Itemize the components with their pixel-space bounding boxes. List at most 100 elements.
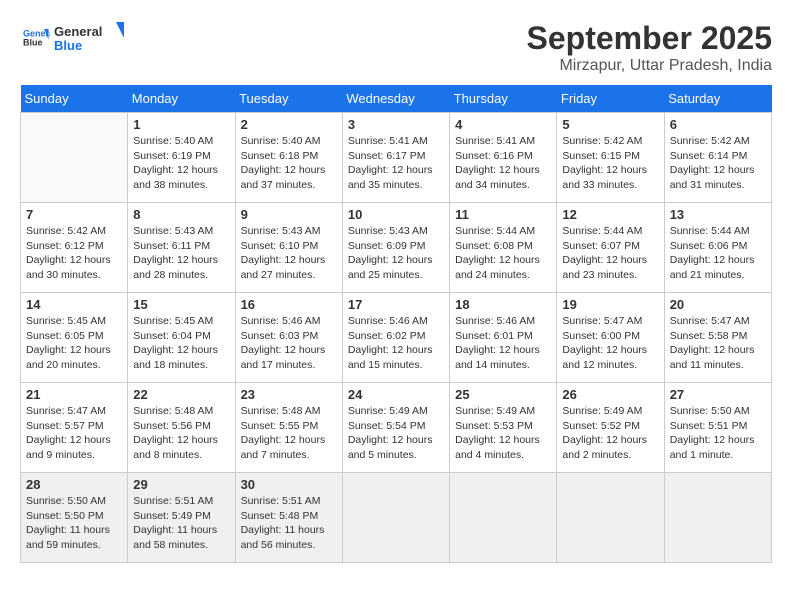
col-header-sunday: Sunday <box>21 85 128 113</box>
day-info: Sunrise: 5:42 AMSunset: 6:12 PMDaylight:… <box>26 224 122 283</box>
calendar-cell: 24 Sunrise: 5:49 AMSunset: 5:54 PMDayligh… <box>342 383 449 473</box>
calendar-cell: 8Sunrise: 5:43 AMSunset: 6:11 PMDaylight… <box>128 203 235 293</box>
calendar-cell <box>342 473 449 563</box>
calendar-week-row: 7 Sunrise: 5:42 AMSunset: 6:12 PMDaylight… <box>21 203 772 293</box>
svg-text:General: General <box>54 24 102 39</box>
title-area: September 2025 Mirzapur, Uttar Pradesh, … <box>527 20 772 75</box>
calendar-cell: 9Sunrise: 5:43 AMSunset: 6:10 PMDaylight… <box>235 203 342 293</box>
day-number: 10 <box>348 207 444 222</box>
day-info: Sunrise: 5:50 AMSunset: 5:50 PMDaylight:… <box>26 494 122 553</box>
day-number: 28 <box>26 477 122 492</box>
calendar-cell: 23Sunrise: 5:48 AMSunset: 5:55 PMDayligh… <box>235 383 342 473</box>
day-info: Sunrise: 5:48 AMSunset: 5:55 PMDaylight:… <box>241 404 337 463</box>
calendar-cell <box>450 473 557 563</box>
calendar-cell: 20 Sunrise: 5:47 AMSunset: 5:58 PMDayligh… <box>664 293 771 383</box>
day-info: Sunrise: 5:49 AMSunset: 5:53 PMDaylight:… <box>455 404 551 463</box>
month-title: September 2025 <box>527 20 772 57</box>
calendar-cell: 29Sunrise: 5:51 AMSunset: 5:49 PMDayligh… <box>128 473 235 563</box>
calendar-table: SundayMondayTuesdayWednesdayThursdayFrid… <box>20 85 772 563</box>
day-info: Sunrise: 5:41 AMSunset: 6:16 PMDaylight:… <box>455 134 551 193</box>
day-info: Sunrise: 5:42 AMSunset: 6:15 PMDaylight:… <box>562 134 658 193</box>
day-number: 20 <box>670 297 766 312</box>
calendar-cell: 21 Sunrise: 5:47 AMSunset: 5:57 PMDayligh… <box>21 383 128 473</box>
day-number: 2 <box>241 117 337 132</box>
day-number: 25 <box>455 387 551 402</box>
day-info: Sunrise: 5:48 AMSunset: 5:56 PMDaylight:… <box>133 404 229 463</box>
calendar-cell: 26 Sunrise: 5:49 AMSunset: 5:52 PMDayligh… <box>557 383 664 473</box>
calendar-cell: 19Sunrise: 5:47 AMSunset: 6:00 PMDayligh… <box>557 293 664 383</box>
day-number: 27 <box>670 387 766 402</box>
day-number: 15 <box>133 297 229 312</box>
day-number: 12 <box>562 207 658 222</box>
day-number: 18 <box>455 297 551 312</box>
svg-text:Blue: Blue <box>54 38 82 53</box>
col-header-wednesday: Wednesday <box>342 85 449 113</box>
day-number: 26 <box>562 387 658 402</box>
calendar-week-row: 21 Sunrise: 5:47 AMSunset: 5:57 PMDayligh… <box>21 383 772 473</box>
col-header-saturday: Saturday <box>664 85 771 113</box>
calendar-cell: 5 Sunrise: 5:42 AMSunset: 6:15 PMDaylight… <box>557 113 664 203</box>
day-info: Sunrise: 5:45 AMSunset: 6:05 PMDaylight:… <box>26 314 122 373</box>
day-number: 24 <box>348 387 444 402</box>
calendar-cell: 14 Sunrise: 5:45 AMSunset: 6:05 PMDayligh… <box>21 293 128 383</box>
calendar-cell: 13 Sunrise: 5:44 AMSunset: 6:06 PMDayligh… <box>664 203 771 293</box>
day-info: Sunrise: 5:42 AMSunset: 6:14 PMDaylight:… <box>670 134 766 193</box>
col-header-monday: Monday <box>128 85 235 113</box>
logo-icon: General Blue <box>20 23 50 53</box>
day-info: Sunrise: 5:46 AMSunset: 6:03 PMDaylight:… <box>241 314 337 373</box>
day-number: 14 <box>26 297 122 312</box>
calendar-cell <box>557 473 664 563</box>
calendar-cell: 25 Sunrise: 5:49 AMSunset: 5:53 PMDayligh… <box>450 383 557 473</box>
calendar-cell: 12Sunrise: 5:44 AMSunset: 6:07 PMDayligh… <box>557 203 664 293</box>
day-number: 16 <box>241 297 337 312</box>
day-info: Sunrise: 5:49 AMSunset: 5:54 PMDaylight:… <box>348 404 444 463</box>
location-title: Mirzapur, Uttar Pradesh, India <box>527 57 772 75</box>
calendar-cell: 28 Sunrise: 5:50 AMSunset: 5:50 PMDayligh… <box>21 473 128 563</box>
day-info: Sunrise: 5:41 AMSunset: 6:17 PMDaylight:… <box>348 134 444 193</box>
calendar-cell: 10Sunrise: 5:43 AMSunset: 6:09 PMDayligh… <box>342 203 449 293</box>
calendar-cell: 22 Sunrise: 5:48 AMSunset: 5:56 PMDayligh… <box>128 383 235 473</box>
day-info: Sunrise: 5:46 AMSunset: 6:01 PMDaylight:… <box>455 314 551 373</box>
calendar-cell: 15Sunrise: 5:45 AMSunset: 6:04 PMDayligh… <box>128 293 235 383</box>
calendar-cell: 17 Sunrise: 5:46 AMSunset: 6:02 PMDayligh… <box>342 293 449 383</box>
calendar-cell <box>21 113 128 203</box>
day-info: Sunrise: 5:49 AMSunset: 5:52 PMDaylight:… <box>562 404 658 463</box>
day-info: Sunrise: 5:40 AMSunset: 6:18 PMDaylight:… <box>241 134 337 193</box>
calendar-week-row: 1Sunrise: 5:40 AMSunset: 6:19 PMDaylight… <box>21 113 772 203</box>
day-number: 30 <box>241 477 337 492</box>
day-number: 29 <box>133 477 229 492</box>
svg-text:Blue: Blue <box>23 38 43 48</box>
calendar-cell: 30Sunrise: 5:51 AMSunset: 5:48 PMDayligh… <box>235 473 342 563</box>
calendar-cell: 2 Sunrise: 5:40 AMSunset: 6:18 PMDaylight… <box>235 113 342 203</box>
calendar-cell: 11 Sunrise: 5:44 AMSunset: 6:08 PMDayligh… <box>450 203 557 293</box>
calendar-cell: 27Sunrise: 5:50 AMSunset: 5:51 PMDayligh… <box>664 383 771 473</box>
day-info: Sunrise: 5:44 AMSunset: 6:06 PMDaylight:… <box>670 224 766 283</box>
calendar-cell: 16 Sunrise: 5:46 AMSunset: 6:03 PMDayligh… <box>235 293 342 383</box>
day-number: 17 <box>348 297 444 312</box>
day-info: Sunrise: 5:43 AMSunset: 6:11 PMDaylight:… <box>133 224 229 283</box>
calendar-cell: 1Sunrise: 5:40 AMSunset: 6:19 PMDaylight… <box>128 113 235 203</box>
day-number: 22 <box>133 387 229 402</box>
day-info: Sunrise: 5:47 AMSunset: 5:57 PMDaylight:… <box>26 404 122 463</box>
day-number: 7 <box>26 207 122 222</box>
day-info: Sunrise: 5:47 AMSunset: 5:58 PMDaylight:… <box>670 314 766 373</box>
day-number: 9 <box>241 207 337 222</box>
day-number: 19 <box>562 297 658 312</box>
calendar-header-row: SundayMondayTuesdayWednesdayThursdayFrid… <box>21 85 772 113</box>
day-number: 4 <box>455 117 551 132</box>
logo-svg: General Blue <box>54 20 124 56</box>
day-info: Sunrise: 5:46 AMSunset: 6:02 PMDaylight:… <box>348 314 444 373</box>
page-header: General Blue General Blue September 2025… <box>20 20 772 75</box>
day-number: 5 <box>562 117 658 132</box>
day-number: 3 <box>348 117 444 132</box>
calendar-cell <box>664 473 771 563</box>
day-number: 21 <box>26 387 122 402</box>
day-info: Sunrise: 5:44 AMSunset: 6:08 PMDaylight:… <box>455 224 551 283</box>
day-number: 11 <box>455 207 551 222</box>
col-header-friday: Friday <box>557 85 664 113</box>
calendar-cell: 7 Sunrise: 5:42 AMSunset: 6:12 PMDaylight… <box>21 203 128 293</box>
day-number: 1 <box>133 117 229 132</box>
day-number: 13 <box>670 207 766 222</box>
calendar-week-row: 28 Sunrise: 5:50 AMSunset: 5:50 PMDayligh… <box>21 473 772 563</box>
col-header-tuesday: Tuesday <box>235 85 342 113</box>
